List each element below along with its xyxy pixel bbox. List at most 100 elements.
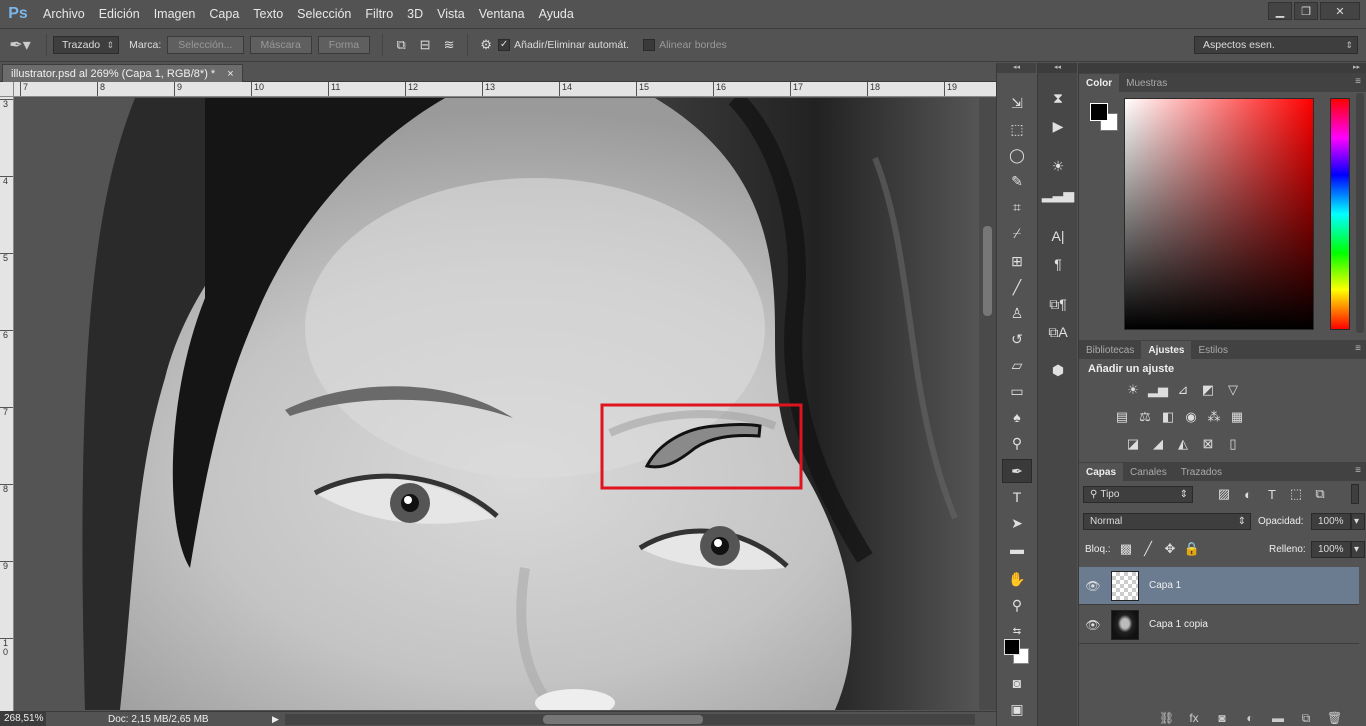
horizontal-ruler[interactable]: 7 8 9 10 11 12 13 14 15 16 17 18 19 [14,82,996,97]
document-tab[interactable]: illustrator.psd al 269% (Capa 1, RGB/8*)… [2,64,243,82]
tab-estilos[interactable]: Estilos [1191,341,1234,359]
character-styles-icon[interactable]: ⧉A [1046,321,1070,343]
paragraph-styles-icon[interactable]: ⧉¶ [1046,293,1070,315]
path-arrangement-icon[interactable]: ≋ [437,35,461,55]
quick-select-tool-icon[interactable]: ✎ [1002,169,1032,193]
delete-layer-icon[interactable]: 🗑 [1327,711,1342,726]
photo-filter-icon[interactable]: ◉ [1182,408,1200,426]
layer-name[interactable]: Capa 1 copia [1149,619,1208,630]
hue-saturation-icon[interactable]: ▤ [1113,408,1131,426]
gradient-tool-icon[interactable]: ▭ [1002,379,1032,403]
zoom-tool-icon[interactable]: ⚲ [1002,593,1032,617]
menu-3d[interactable]: 3D [400,0,430,28]
tab-ajustes[interactable]: Ajustes [1141,341,1192,359]
filter-smart-icon[interactable]: ⧉ [1311,485,1329,503]
3d-panel-icon[interactable]: ⬢ [1046,359,1070,381]
zoom-level[interactable]: 268,51% [0,712,46,726]
lasso-tool-icon[interactable]: ◯ [1002,143,1032,167]
black-white-icon[interactable]: ◧ [1159,408,1177,426]
gear-icon[interactable]: ⚙ [474,35,498,55]
invert-icon[interactable]: ◪ [1124,435,1142,453]
menu-ventana[interactable]: Ventana [472,0,532,28]
filter-type-icon[interactable]: T [1263,485,1281,503]
healing-brush-tool-icon[interactable]: ⊞ [1002,249,1032,273]
color-field[interactable] [1124,98,1314,330]
mode-select[interactable]: Trazado [53,36,120,54]
panel-menu-icon[interactable]: ≡ [1355,465,1361,476]
lock-position-icon[interactable]: ✥ [1161,540,1179,558]
screen-mode-icon[interactable]: ▣ [1002,697,1032,721]
mascara-button[interactable]: Máscara [249,36,312,54]
opacity-dropdown-icon[interactable]: ▾ [1351,513,1365,530]
forma-button[interactable]: Forma [317,36,371,54]
path-operations-icon[interactable]: ⧉ [389,35,413,55]
menu-ayuda[interactable]: Ayuda [532,0,581,28]
fill-dropdown-icon[interactable]: ▾ [1351,541,1365,558]
menu-texto[interactable]: Texto [246,0,290,28]
lock-all-icon[interactable]: 🔒 [1183,540,1201,558]
lock-pixels-icon[interactable]: ╱ [1139,540,1157,558]
lock-transparent-icon[interactable]: ▩ [1117,540,1135,558]
layer-filter-select[interactable]: ⚲ Tipo ⇕ [1083,486,1193,503]
tab-color[interactable]: Color [1079,74,1120,92]
minimize-button[interactable]: ▁ [1268,2,1292,20]
history-panel-icon[interactable]: ⧗ [1046,87,1070,109]
tab-capas[interactable]: Capas [1079,463,1124,481]
levels-icon[interactable]: ▂▅ [1148,381,1168,399]
eraser-tool-icon[interactable]: ▱ [1002,353,1032,377]
blend-mode-select[interactable]: Normal ⇕ [1083,513,1251,530]
pen-tool-icon[interactable]: ✒ [1002,459,1032,483]
path-selection-tool-icon[interactable]: ➤ [1002,511,1032,535]
restore-button[interactable]: ❐ [1294,2,1318,20]
levels-panel-icon[interactable]: ▂▃▅ [1042,183,1074,205]
opacity-input[interactable]: 100% [1311,513,1351,530]
brush-tool-icon[interactable]: ╱ [1002,275,1032,299]
tab-muestras[interactable]: Muestras [1119,74,1174,92]
threshold-icon[interactable]: ◭ [1174,435,1192,453]
tab-trazados[interactable]: Trazados [1174,463,1229,481]
filter-pixel-icon[interactable]: ▨ [1215,485,1233,503]
close-tab-icon[interactable]: × [227,68,233,80]
vertical-ruler[interactable]: 3 4 5 6 7 8 9 1 0 [0,97,14,711]
panels-collapse-icon[interactable]: ▸▸ [1079,63,1366,73]
tab-canales[interactable]: Canales [1123,463,1174,481]
document-canvas[interactable] [15,98,979,710]
crop-tool-icon[interactable]: ⌗ [1002,195,1032,219]
seleccion-button[interactable]: Selección... [167,36,244,54]
rectangle-tool-icon[interactable]: ▬ [1002,537,1032,561]
menu-edicion[interactable]: Edición [92,0,147,28]
brightness-panel-icon[interactable]: ☀ [1046,155,1070,177]
channel-mixer-icon[interactable]: ⁂ [1205,408,1223,426]
close-button[interactable]: ✕ [1320,2,1360,20]
brightness-contrast-icon[interactable]: ☀ [1124,381,1142,399]
menu-imagen[interactable]: Imagen [147,0,203,28]
panel-menu-icon[interactable]: ≡ [1355,343,1361,354]
new-adjustment-icon[interactable]: ◐ [1243,711,1257,726]
ruler-corner[interactable] [0,82,14,97]
paragraph-panel-icon[interactable]: ¶ [1046,253,1070,275]
history-brush-tool-icon[interactable]: ↺ [1002,327,1032,351]
selective-color-icon[interactable]: ⊠ [1199,435,1217,453]
tab-bibliotecas[interactable]: Bibliotecas [1079,341,1141,359]
new-layer-icon[interactable]: ⧉ [1299,711,1313,726]
tools-collapse-icon[interactable]: ◂◂ [997,63,1036,73]
curves-icon[interactable]: ⊿ [1174,381,1192,399]
layer-style-fx-icon[interactable]: fx [1187,711,1201,726]
panel-foreground-swatch[interactable] [1090,103,1108,121]
vibrance-icon[interactable]: ▽ [1224,381,1242,399]
hue-slider[interactable] [1330,98,1350,330]
menu-seleccion[interactable]: Selección [290,0,358,28]
panel-menu-icon[interactable]: ≡ [1355,76,1361,87]
menu-vista[interactable]: Vista [430,0,472,28]
type-tool-icon[interactable]: T [1002,485,1032,509]
auto-add-checkbox[interactable]: ✓ [498,39,511,51]
eyedropper-tool-icon[interactable]: ⌿ [1002,221,1032,245]
layer-row[interactable]: 👁 Capa 1 copia [1079,606,1359,644]
color-panel-scrollbar[interactable] [1356,93,1364,333]
status-arrow-icon[interactable]: ▶ [272,714,279,725]
align-edges-checkbox[interactable]: ✓ [643,39,656,51]
pen-tool-preset-icon[interactable]: ✒▾ [0,35,40,55]
iconcol-collapse-icon[interactable]: ◂◂ [1038,63,1077,73]
horizontal-scrollbar[interactable] [285,714,975,725]
quick-mask-icon[interactable]: ◙ [1002,671,1032,695]
